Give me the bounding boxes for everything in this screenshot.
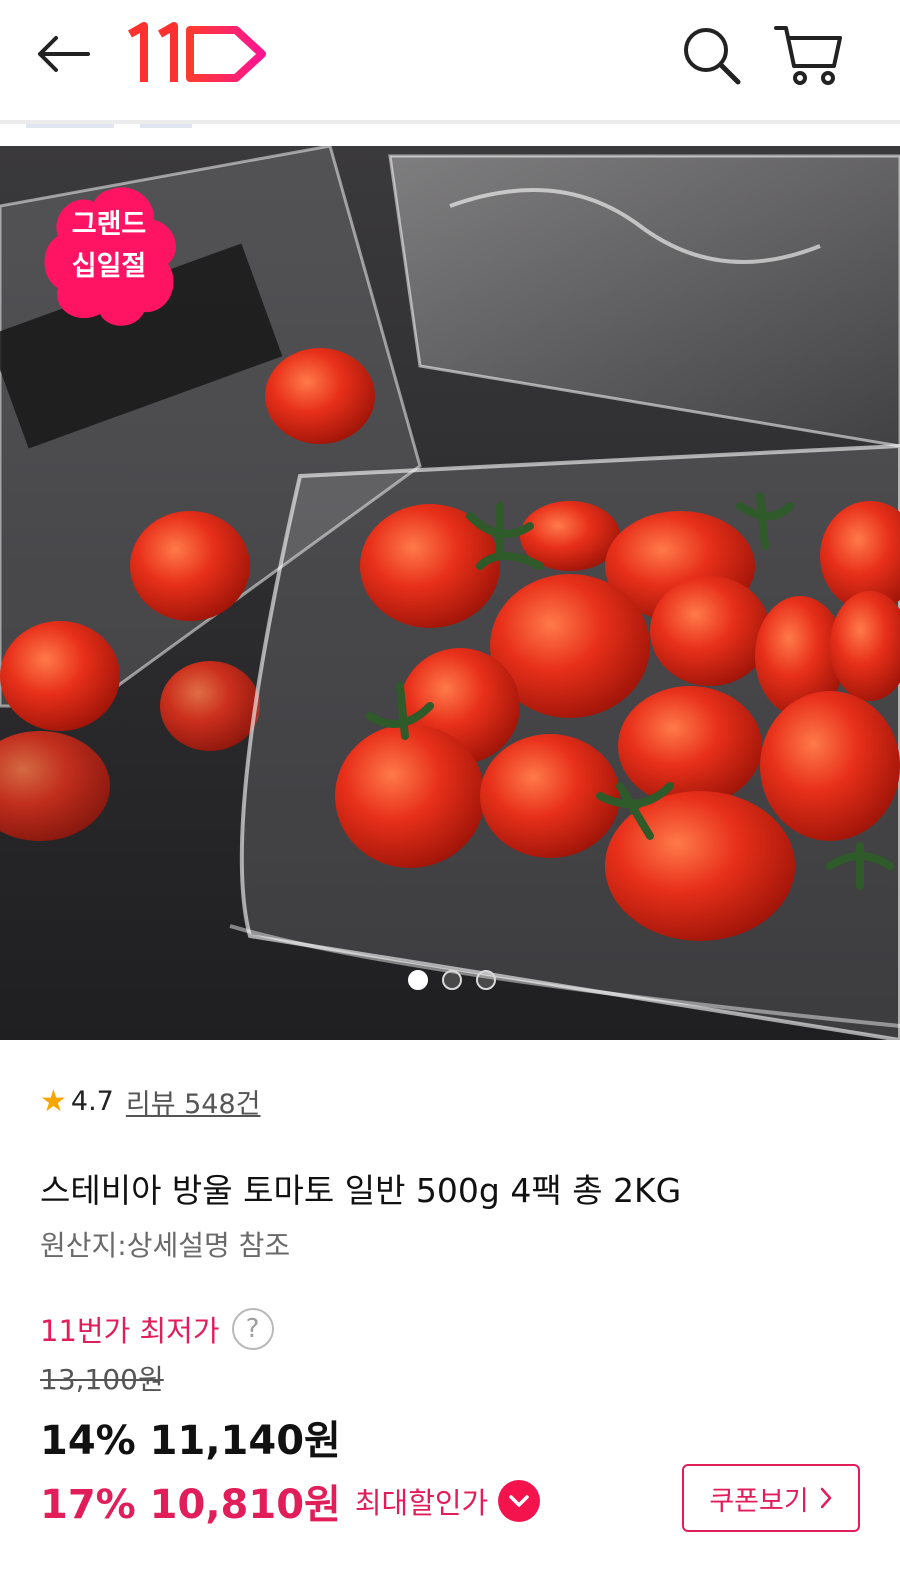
rating-value: 4.7 (70, 1086, 114, 1117)
cart-button[interactable] (772, 20, 846, 88)
reviews-link[interactable]: 리뷰 548건 (126, 1082, 261, 1121)
help-icon[interactable]: ? (231, 1308, 274, 1350)
cart-icon (774, 26, 842, 85)
lowest-price-label: 11번가 최저가 (40, 1314, 220, 1348)
header-divider (0, 120, 900, 124)
chevron-down-icon (509, 1495, 529, 1507)
top-app-bar (0, 0, 900, 112)
tab-indicator-left (26, 124, 114, 128)
carousel-pagination (408, 970, 496, 990)
chevron-right-icon (820, 1487, 831, 1509)
product-origin: 원산지:상세설명 참조 (40, 1229, 291, 1262)
carousel-dot-2[interactable] (442, 970, 462, 990)
search-icon (684, 28, 741, 85)
max-discount-row: 17% 10,810원 최대할인가 (40, 1472, 541, 1530)
carousel-dot-3[interactable] (476, 970, 496, 990)
product-title: 스테비아 방울 토마토 일반 500g 4팩 총 2KG (40, 1171, 682, 1210)
max-discount-label: 최대할인가 (354, 1486, 489, 1520)
max-discount-toggle[interactable] (498, 1480, 541, 1522)
lowest-price-label-row: 11번가 최저가 ? (40, 1308, 274, 1350)
coupon-button-label: 쿠폰보기 (709, 1485, 809, 1517)
back-arrow-icon (38, 36, 90, 72)
search-button[interactable] (676, 22, 746, 88)
logo-11st[interactable] (126, 20, 276, 88)
tab-indicator-right (140, 124, 192, 128)
star-icon: ★ (40, 1084, 67, 1119)
coupon-button[interactable]: 쿠폰보기 (682, 1464, 860, 1532)
grand-sale-badge (44, 187, 176, 326)
rating-row: ★ 4.7 리뷰 548건 (40, 1082, 261, 1121)
back-button[interactable] (30, 26, 94, 82)
max-discount-price: 17% 10,810원 (40, 1482, 341, 1528)
product-image-carousel[interactable]: 그랜드 십일절 (0, 146, 900, 1040)
original-price: 13,100원 (40, 1363, 164, 1396)
discount-price: 14% 11,140원 (40, 1418, 341, 1464)
carousel-dot-1[interactable] (408, 970, 428, 990)
